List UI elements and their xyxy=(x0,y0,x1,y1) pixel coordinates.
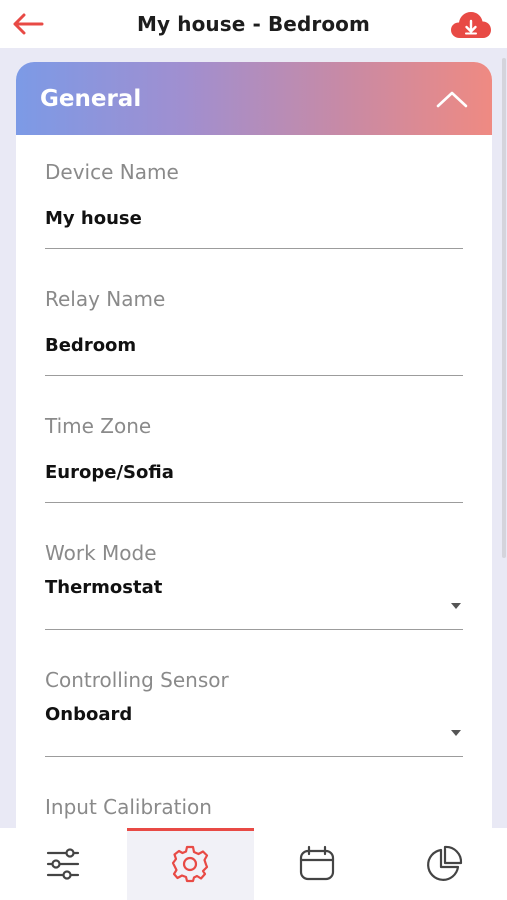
scrollbar-thumb[interactable] xyxy=(502,58,506,558)
nav-statistics[interactable] xyxy=(380,828,507,900)
scrollbar[interactable] xyxy=(501,48,507,828)
gear-icon xyxy=(172,845,209,883)
relay-name-input[interactable]: Bedroom xyxy=(45,335,136,356)
cloud-download-button[interactable] xyxy=(449,8,493,42)
general-section-card: General Device Name My house Relay Name … xyxy=(16,62,492,842)
relay-name-field[interactable]: Relay Name Bedroom xyxy=(45,287,463,377)
time-zone-input[interactable]: Europe/Sofia xyxy=(45,462,174,483)
work-mode-field[interactable]: Work Mode Thermostat xyxy=(45,541,463,631)
work-mode-select[interactable]: Thermostat xyxy=(45,577,162,598)
chevron-up-icon xyxy=(436,91,468,107)
back-arrow-icon xyxy=(13,13,44,35)
bottom-navigation xyxy=(0,828,507,900)
work-mode-label: Work Mode xyxy=(45,541,157,565)
controlling-sensor-select[interactable]: Onboard xyxy=(45,704,132,725)
calendar-icon xyxy=(299,845,334,881)
cloud-download-icon xyxy=(451,12,491,38)
top-bar: My house - Bedroom xyxy=(0,0,507,48)
relay-name-label: Relay Name xyxy=(45,287,166,311)
work-mode-underline xyxy=(45,629,463,630)
controlling-sensor-underline xyxy=(45,756,463,757)
controlling-sensor-dropdown-icon[interactable] xyxy=(451,730,461,736)
section-title: General xyxy=(40,85,142,112)
relay-name-underline xyxy=(45,375,463,376)
nav-settings-sliders[interactable] xyxy=(0,828,127,900)
pie-chart-icon xyxy=(426,845,462,881)
device-name-underline xyxy=(45,248,463,249)
controlling-sensor-label: Controlling Sensor xyxy=(45,668,229,692)
collapse-button[interactable] xyxy=(434,84,470,114)
time-zone-field[interactable]: Time Zone Europe/Sofia xyxy=(45,414,463,504)
input-calibration-label: Input Calibration xyxy=(45,795,212,819)
time-zone-underline xyxy=(45,502,463,503)
nav-schedule[interactable] xyxy=(254,828,381,900)
device-name-input[interactable]: My house xyxy=(45,208,142,229)
controlling-sensor-field[interactable]: Controlling Sensor Onboard xyxy=(45,668,463,758)
time-zone-label: Time Zone xyxy=(45,414,152,438)
device-name-field[interactable]: Device Name My house xyxy=(45,160,463,250)
page-title: My house - Bedroom xyxy=(137,12,370,36)
general-section-header[interactable]: General xyxy=(16,62,492,135)
work-mode-dropdown-icon[interactable] xyxy=(451,603,461,609)
nav-configuration[interactable] xyxy=(126,828,254,900)
sliders-icon xyxy=(47,848,80,880)
back-button[interactable] xyxy=(10,8,46,40)
device-name-label: Device Name xyxy=(45,160,179,184)
